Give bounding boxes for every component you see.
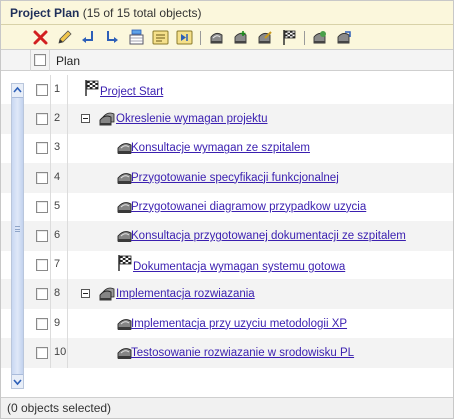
indent-icon[interactable]	[80, 29, 97, 46]
collapse-toggle-icon[interactable]	[81, 114, 90, 124]
plan-item-link[interactable]: Project Start	[100, 86, 163, 98]
row-number: 5	[54, 199, 61, 212]
task-add-icon[interactable]	[232, 29, 249, 46]
plan-item-link[interactable]: Implementacja przy uzyciu metodologii XP	[131, 318, 347, 330]
select-all-checkbox[interactable]	[34, 54, 46, 66]
row-checkbox[interactable]	[36, 259, 48, 272]
plan-item-link[interactable]: Okreslenie wymagan projektu	[116, 113, 268, 125]
row-number: 7	[54, 258, 61, 271]
table-row[interactable]: 10 Testosowanie rozwiazanie w srodowisku …	[1, 337, 453, 368]
list-view-icon[interactable]	[152, 29, 169, 46]
open-task-icon[interactable]	[311, 29, 328, 46]
step-view-icon[interactable]	[176, 29, 193, 46]
table-row[interactable]: 9 Implementacja przy uzyciu metodologii X…	[1, 308, 453, 339]
outdent-icon[interactable]	[103, 29, 120, 46]
task-icon[interactable]	[208, 29, 225, 46]
collapse-toggle-icon[interactable]	[81, 289, 90, 299]
milestone-flag-icon[interactable]	[281, 29, 298, 46]
row-checkbox[interactable]	[36, 171, 48, 184]
row-number: 2	[54, 112, 61, 125]
plan-item-link[interactable]: Konsultacje wymagan ze szpitalem	[131, 142, 310, 154]
table-row[interactable]: 6 Konsultacja przygotowanej dokumentacji …	[1, 221, 453, 251]
column-header-plan[interactable]: Plan	[56, 54, 80, 68]
toolbar	[1, 25, 453, 50]
project-plan-panel: Project Plan (15 of 15 total objects) Pl…	[0, 0, 454, 419]
table-row[interactable]: 4 Przygotowanie specyfikacji funkcjonalne…	[1, 162, 453, 193]
header-checkbox-cell	[30, 50, 50, 71]
table-row[interactable]: 7 Dokumentacja wymagan systemu gotowa	[1, 250, 453, 281]
row-checkbox[interactable]	[36, 84, 48, 96]
delete-icon[interactable]	[32, 29, 49, 46]
row-checkbox[interactable]	[36, 230, 48, 242]
row-checkbox[interactable]	[36, 113, 48, 126]
object-count: (15 of 15 total objects)	[82, 6, 202, 20]
export-task-icon[interactable]	[335, 29, 352, 46]
table-row[interactable]: 1 Project Start	[1, 75, 453, 105]
row-checkbox[interactable]	[36, 288, 48, 301]
table-row[interactable]: 8 Implementacja rozwiazania	[1, 279, 453, 310]
selection-status: (0 objects selected)	[7, 401, 112, 415]
table-header: Plan	[1, 50, 453, 71]
plan-item-link[interactable]: Konsultacja przygotowanej dokumentacji z…	[131, 230, 406, 242]
panel-title: Project Plan	[10, 6, 80, 20]
row-number: 6	[54, 229, 61, 241]
plan-item-link[interactable]: Przygotowanei diagramow przypadkow uzyci…	[131, 201, 366, 213]
scroll-grip-icon	[15, 226, 20, 232]
plan-item-link[interactable]: Testosowanie rozwiazanie w srodowisku PL	[131, 347, 354, 359]
summary-task-icon	[99, 111, 116, 127]
plan-item-link[interactable]: Przygotowanie specyfikacji funkcjonalnej	[131, 172, 339, 184]
edit-pencil-icon[interactable]	[56, 29, 73, 46]
scroll-up-icon[interactable]	[12, 84, 23, 96]
plan-item-link[interactable]: Dokumentacja wymagan systemu gotowa	[133, 261, 345, 273]
plan-item-link[interactable]: Implementacja rozwiazania	[116, 288, 255, 300]
toolbar-separator	[304, 31, 305, 45]
vertical-scrollbar[interactable]	[11, 83, 24, 389]
scroll-down-icon[interactable]	[12, 376, 23, 388]
row-number: 8	[54, 287, 61, 300]
row-checkbox[interactable]	[36, 317, 48, 330]
row-checkbox[interactable]	[36, 200, 48, 213]
table-row[interactable]: 5 Przygotowanei diagramow przypadkow uzyc…	[1, 191, 453, 222]
status-bar: (0 objects selected)	[1, 397, 453, 418]
row-number: 4	[54, 170, 61, 183]
insert-row-icon[interactable]	[128, 29, 145, 46]
row-number: 9	[54, 316, 61, 329]
milestone-flag-icon	[116, 255, 133, 272]
table-row[interactable]: 2 Okreslenie wymagan projektu	[1, 104, 453, 135]
toolbar-separator	[200, 31, 201, 45]
task-edit-icon[interactable]	[256, 29, 273, 46]
row-number: 3	[54, 141, 61, 154]
table-row[interactable]: 3 Konsultacje wymagan ze szpitalem	[1, 133, 453, 164]
row-number: 1	[54, 83, 61, 95]
panel-titlebar: Project Plan (15 of 15 total objects)	[1, 1, 453, 25]
row-checkbox[interactable]	[36, 346, 48, 359]
scrollbar-thumb[interactable]	[12, 97, 23, 375]
row-checkbox[interactable]	[36, 142, 48, 155]
row-number: 10	[54, 345, 67, 358]
summary-task-icon	[99, 286, 116, 302]
milestone-flag-icon	[83, 80, 100, 96]
